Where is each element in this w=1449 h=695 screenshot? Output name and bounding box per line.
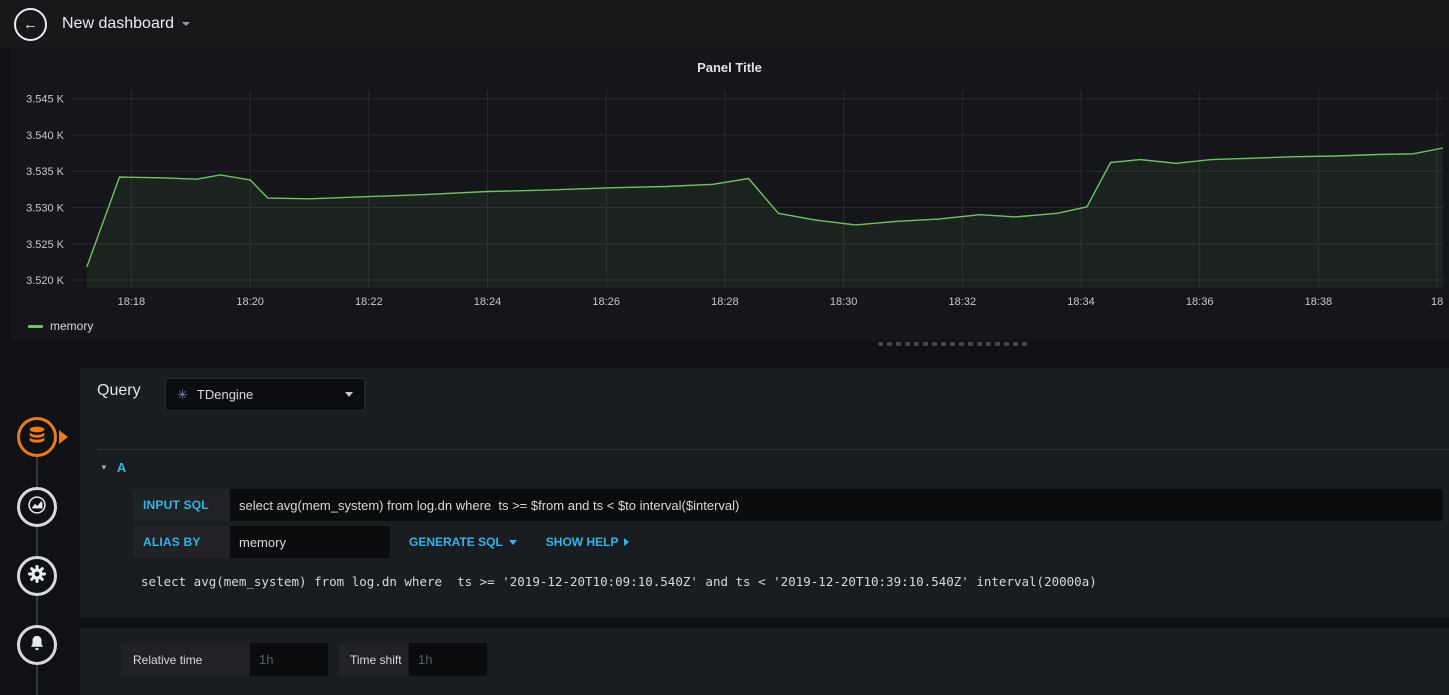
datasource-dropdown[interactable]: ✳ TDengine [165,378,365,411]
arrow-left-icon: ← [23,15,38,33]
graph-panel: Panel Title 18:18 18:20 18:22 18:24 18:26 18:… [10,48,1449,341]
svg-text:18:18: 18:18 [118,296,146,308]
relative-time-label: Relative time [121,643,249,676]
chevron-down-icon [345,392,353,397]
back-button[interactable]: ← [14,7,47,41]
svg-text:3.520 K: 3.520 K [26,275,65,287]
active-tab-arrow-icon [59,430,68,444]
tdengine-star-icon: ✳ [177,387,188,402]
input-sql-label: INPUT SQL [133,489,229,521]
svg-text:18:36: 18:36 [1186,296,1214,308]
svg-text:18:20: 18:20 [236,296,264,308]
svg-text:3.525 K: 3.525 K [26,239,65,251]
svg-text:18:32: 18:32 [949,296,977,308]
svg-text:18:26: 18:26 [592,296,620,308]
collapse-caret-icon: ▼ [100,463,108,472]
alias-by-row: ALIAS BY GENERATE SQL SHOW HELP [133,526,639,558]
sidebar-tab-general[interactable] [17,556,57,596]
time-options-card: Relative time Time shift [80,628,1449,695]
generate-sql-button[interactable]: GENERATE SQL [399,526,527,558]
svg-text:18:30: 18:30 [830,296,858,308]
chevron-down-icon [182,22,191,26]
alias-by-label: ALIAS BY [133,526,229,558]
chevron-right-icon [624,538,630,546]
show-help-button[interactable]: SHOW HELP [536,526,640,558]
generated-sql-text: select avg(mem_system) from log.dn where… [141,574,1097,589]
svg-text:3.530 K: 3.530 K [26,203,65,215]
chevron-down-icon [508,539,517,545]
query-row-toggle[interactable]: ▼ A [100,460,126,475]
svg-text:3.545 K: 3.545 K [26,94,65,106]
panel-resize-handle[interactable] [878,342,1030,346]
generate-sql-label: GENERATE SQL [409,535,503,549]
time-options-row: Relative time Time shift [121,643,487,676]
chart-icon [27,495,47,520]
alias-by-field[interactable] [230,526,390,558]
legend-item-memory[interactable]: memory [28,319,93,333]
time-shift-label: Time shift [338,643,408,676]
svg-text:18:34: 18:34 [1067,296,1095,308]
query-section-title: Query [97,382,141,399]
bell-icon [28,634,46,657]
relative-time-input[interactable] [250,643,328,676]
svg-text:18:38: 18:38 [1305,296,1333,308]
sidebar-tab-visualization[interactable] [17,487,57,527]
dashboard-title: New dashboard [62,15,175,32]
query-row-letter: A [116,460,127,475]
svg-text:18: 18 [1431,296,1443,308]
sidebar-tab-alert[interactable] [17,625,57,665]
legend-series-label: memory [50,319,94,333]
database-icon [26,424,48,451]
time-shift-input[interactable] [409,643,487,676]
legend-series-swatch [28,324,43,328]
svg-text:3.540 K: 3.540 K [26,130,65,142]
timeseries-chart[interactable]: 18:18 18:20 18:22 18:24 18:26 18:28 18:30 18:32… [10,78,1447,338]
svg-text:18:28: 18:28 [711,296,739,308]
top-navbar: ← New dashboard [0,0,1449,48]
svg-text:18:24: 18:24 [474,296,502,308]
grafana-page: ← New dashboard Panel Title 18:18 18:20 18… [0,0,1449,695]
query-editor-card: Query ✳ TDengine ▼ A INPUT SQL ALIAS BY … [80,368,1449,618]
divider [97,449,1449,450]
input-sql-row: INPUT SQL [133,489,1443,521]
gear-icon [27,564,47,589]
sidebar-tab-queries[interactable] [17,417,57,457]
input-sql-field[interactable] [230,489,1443,521]
panel-title[interactable]: Panel Title [10,48,1449,78]
show-help-label: SHOW HELP [545,535,619,549]
datasource-selected-value: TDengine [196,387,254,402]
dashboard-title-dropdown[interactable]: New dashboard [62,15,191,33]
svg-text:18:22: 18:22 [355,296,383,308]
svg-text:3.535 K: 3.535 K [26,166,65,178]
